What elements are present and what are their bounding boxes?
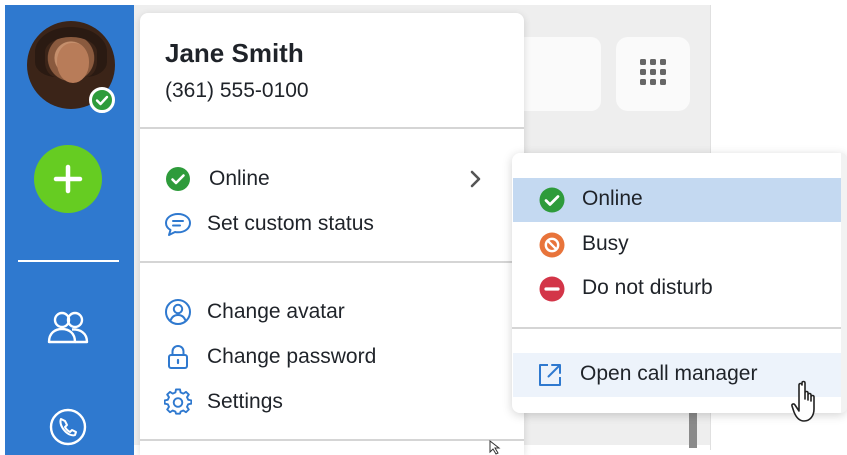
change-avatar-label: Change avatar [207,300,345,323]
set-custom-status-label: Set custom status [207,212,374,235]
status-menu-item[interactable]: Online [140,159,524,199]
status-option-label: Busy [582,232,629,255]
hand-pointer-cursor-icon [791,380,815,422]
settings-label: Settings [207,390,283,413]
minus-circle-icon [538,275,566,303]
profile-menu: Jane Smith (361) 555-0100 Online Set cus… [140,13,524,455]
menu-divider [140,439,524,441]
online-check-icon [164,165,192,193]
open-call-manager-label: Open call manager [580,362,758,385]
add-button[interactable] [34,145,102,213]
avatar-face [57,43,89,83]
dialpad-button[interactable] [616,37,690,111]
online-status-badge-icon [89,87,115,113]
blocked-circle-icon [538,231,566,259]
menu-divider [140,261,524,263]
set-custom-status-item[interactable]: Set custom status [140,204,524,244]
status-option-do-not-disturb[interactable]: Do not disturb [513,267,841,311]
left-nav-rail [5,5,134,455]
contacts-icon[interactable] [45,307,91,347]
chevron-right-icon [466,167,486,191]
change-password-item[interactable]: Change password [140,337,524,377]
external-link-icon [536,361,564,389]
arrow-cursor-icon [489,440,501,455]
status-option-online[interactable]: Online [513,178,841,222]
user-circle-icon [164,298,192,326]
gear-icon [164,388,192,416]
status-option-label: Do not disturb [582,276,713,299]
current-status-label: Online [209,167,270,190]
check-circle-icon [538,186,566,214]
status-submenu: Online Busy Do not disturb Open call man… [512,153,847,413]
submenu-scrollbar[interactable] [841,153,847,413]
status-option-busy[interactable]: Busy [513,223,841,267]
chat-bubble-icon [164,210,192,238]
profile-phone: (361) 555-0100 [165,79,309,102]
submenu-divider [512,327,841,329]
plus-icon [53,164,83,194]
lock-icon [164,343,192,371]
phone-icon[interactable] [45,407,91,447]
change-avatar-item[interactable]: Change avatar [140,292,524,332]
rail-divider [18,260,119,262]
menu-divider [140,127,524,129]
settings-item[interactable]: Settings [140,382,524,422]
change-password-label: Change password [207,345,377,368]
search-field-background[interactable] [515,37,601,111]
profile-name: Jane Smith [165,38,304,68]
dialpad-icon [640,59,666,85]
status-option-label: Online [582,187,643,210]
